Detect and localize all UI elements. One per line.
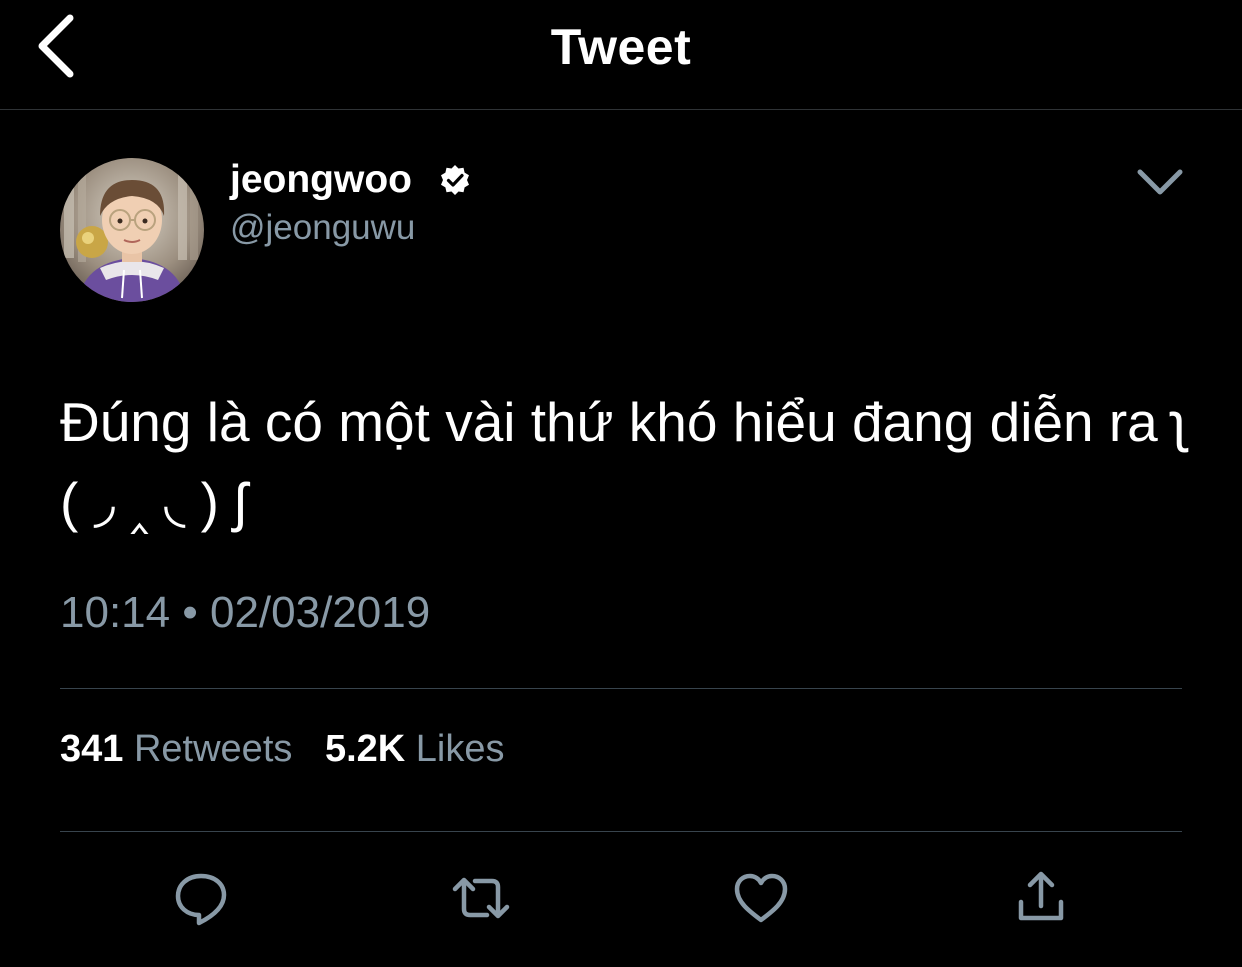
verified-badge-icon	[441, 165, 469, 195]
header-bar: Tweet	[0, 0, 1242, 110]
retweets-label: Retweets	[133, 728, 293, 770]
avatar[interactable]	[60, 158, 204, 302]
tweet-time: 10:14	[60, 588, 171, 637]
likes-count: 5.2K	[324, 728, 406, 770]
divider	[60, 831, 1182, 832]
retweet-button[interactable]	[451, 868, 511, 928]
timestamp-separator: •	[182, 588, 198, 637]
tweet-date: 02/03/2019	[209, 588, 431, 637]
reply-icon	[175, 873, 227, 926]
avatar-image	[60, 158, 204, 302]
reply-button[interactable]	[171, 868, 231, 928]
divider	[60, 688, 1182, 689]
tweet-timestamp: 10:14 • 02/03/2019	[60, 585, 430, 641]
tweet-text: Đúng là có một vài thứ khó hiểu đang diễ…	[60, 391, 1186, 533]
retweets-stat[interactable]: 341 Retweets	[60, 728, 292, 770]
heart-icon	[734, 873, 788, 923]
like-button[interactable]	[731, 868, 791, 928]
author-display-name[interactable]: jeongwoo	[230, 156, 412, 204]
chevron-down-icon	[1137, 169, 1183, 195]
author-handle[interactable]: @jeonguwu	[230, 206, 415, 250]
likes-stat[interactable]: 5.2K Likes	[325, 728, 505, 770]
share-icon	[1018, 871, 1064, 921]
tweet-stats: 341 Retweets 5.2K Likes	[60, 725, 527, 773]
more-options-button[interactable]	[1134, 160, 1186, 204]
retweets-count: 341	[60, 728, 124, 770]
retweet-icon	[452, 877, 510, 919]
likes-label: Likes	[415, 728, 505, 770]
page-title: Tweet	[550, 19, 692, 75]
share-button[interactable]	[1011, 868, 1071, 928]
